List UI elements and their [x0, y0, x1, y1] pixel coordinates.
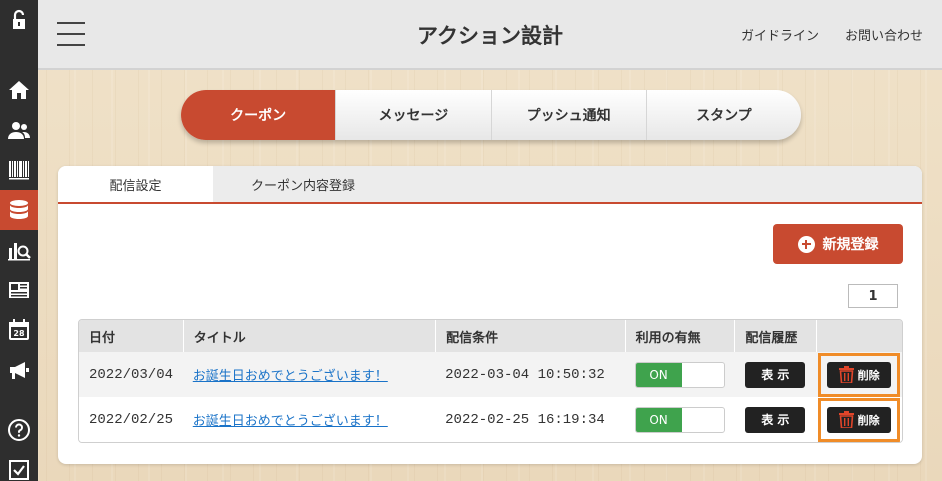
- row-usage-cell: ON: [625, 397, 735, 442]
- pagination-page[interactable]: 1: [848, 284, 898, 308]
- content-panel: 配信設定 クーポン内容登録 新規登録 1 日付 タイトル 配信条件 利用の有無 …: [58, 166, 922, 464]
- row-title-cell: お誕生日おめでとうございます！: [183, 397, 435, 442]
- delete-label: 削除: [857, 413, 880, 427]
- show-history-button[interactable]: 表 示: [745, 406, 806, 433]
- row-condition: 2022-03-04 10:50:32: [445, 366, 605, 383]
- row-title-cell: お誕生日おめでとうございます！: [183, 352, 435, 397]
- row-delete-cell: 削除: [816, 352, 902, 397]
- help-icon[interactable]: [0, 410, 38, 450]
- tab-coupon[interactable]: クーポン: [181, 90, 336, 140]
- trash-icon: [838, 411, 854, 428]
- row-usage-cell: ON: [625, 352, 735, 397]
- col-history: 配信履歴: [734, 320, 816, 352]
- delete-label: 削除: [857, 368, 880, 382]
- row-history-cell: 表 示: [734, 352, 816, 397]
- usage-toggle[interactable]: ON: [634, 361, 725, 388]
- delete-button[interactable]: 削除: [827, 406, 892, 433]
- tab-stamp[interactable]: スタンプ: [645, 90, 801, 140]
- table-header: 日付 タイトル 配信条件 利用の有無 配信履歴: [79, 320, 902, 352]
- news-icon[interactable]: [0, 270, 38, 310]
- coupon-table: 日付 タイトル 配信条件 利用の有無 配信履歴 2022/03/04 お誕生日お…: [78, 319, 903, 443]
- row-title-link[interactable]: お誕生日おめでとうございます！: [193, 365, 388, 384]
- col-condition: 配信条件: [435, 320, 625, 352]
- row-date: 2022/02/25: [89, 411, 174, 428]
- toggle-on-label: ON: [635, 407, 682, 432]
- calendar-icon[interactable]: 28: [0, 310, 38, 350]
- col-date: 日付: [89, 330, 116, 346]
- users-icon[interactable]: [0, 110, 38, 150]
- show-history-button[interactable]: 表 示: [745, 361, 806, 388]
- subtab-coupon-registration[interactable]: クーポン内容登録: [213, 166, 393, 202]
- home-icon[interactable]: [0, 70, 38, 110]
- unlock-icon[interactable]: [0, 0, 38, 40]
- contact-link[interactable]: お問い合わせ: [845, 25, 923, 44]
- toggle-on-label: ON: [635, 362, 682, 387]
- delete-highlight: 削除: [818, 397, 901, 442]
- new-registration-label: 新規登録: [822, 237, 879, 253]
- sub-tabs: 配信設定 クーポン内容登録: [58, 166, 922, 204]
- row-history-cell: 表 示: [734, 397, 816, 442]
- col-title: タイトル: [182, 320, 435, 352]
- delete-highlight: 削除: [818, 352, 901, 397]
- top-header: アクション設計 ガイドライン お問い合わせ: [38, 0, 942, 70]
- action-type-tabs: クーポン メッセージ プッシュ通知 スタンプ: [181, 90, 801, 140]
- guideline-link[interactable]: ガイドライン: [741, 25, 819, 44]
- analytics-icon[interactable]: [0, 230, 38, 270]
- header-links: ガイドライン お問い合わせ: [741, 25, 923, 44]
- table-row: 2022/02/25 お誕生日おめでとうございます！ 2022-02-25 16…: [79, 397, 902, 442]
- row-date: 2022/03/04: [89, 366, 174, 383]
- tab-push-notification[interactable]: プッシュ通知: [490, 90, 646, 140]
- subtab-delivery-settings[interactable]: 配信設定: [58, 166, 213, 202]
- row-condition: 2022-02-25 16:19:34: [445, 411, 605, 428]
- database-icon[interactable]: [0, 190, 38, 230]
- col-usage: 利用の有無: [624, 320, 735, 352]
- row-delete-cell: 削除: [816, 397, 902, 442]
- new-registration-button[interactable]: 新規登録: [773, 224, 903, 264]
- plus-circle-icon: [797, 235, 815, 253]
- table-row: 2022/03/04 お誕生日おめでとうございます！ 2022-03-04 10…: [79, 352, 902, 397]
- usage-toggle[interactable]: ON: [634, 406, 725, 433]
- trash-icon: [838, 366, 854, 383]
- left-sidebar: 28: [0, 0, 38, 481]
- tab-message[interactable]: メッセージ: [335, 90, 490, 140]
- row-title-link[interactable]: お誕生日おめでとうございます！: [193, 410, 388, 429]
- calendar-day: 28: [13, 329, 25, 338]
- delete-button[interactable]: 削除: [827, 361, 892, 388]
- checkbox-icon[interactable]: [0, 450, 38, 481]
- barcode-icon[interactable]: [0, 150, 38, 190]
- megaphone-icon[interactable]: [0, 350, 38, 390]
- col-delete: [816, 320, 902, 352]
